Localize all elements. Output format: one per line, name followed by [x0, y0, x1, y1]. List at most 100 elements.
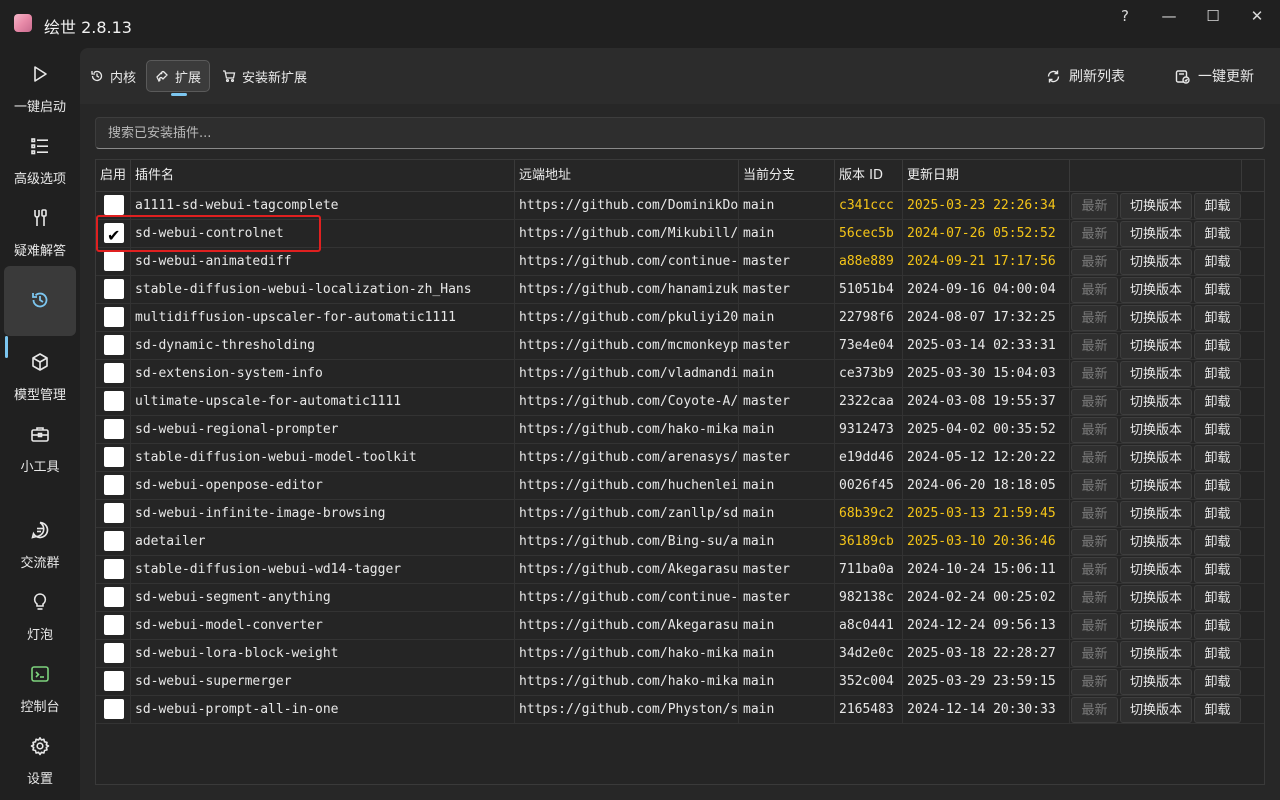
uninstall-button[interactable]: 卸载 [1194, 333, 1241, 359]
switch-version-button[interactable]: 切换版本 [1120, 557, 1192, 583]
sidebar-item-settings[interactable]: 设置 [4, 728, 76, 798]
uninstall-button[interactable]: 卸载 [1194, 585, 1241, 611]
latest-button[interactable]: 最新 [1071, 473, 1118, 499]
switch-version-button[interactable]: 切换版本 [1120, 501, 1192, 527]
uninstall-button[interactable]: 卸载 [1194, 529, 1241, 555]
latest-button[interactable]: 最新 [1071, 361, 1118, 387]
sidebar-item-version[interactable] [4, 266, 76, 336]
uninstall-button[interactable]: 卸载 [1194, 249, 1241, 275]
switch-version-button[interactable]: 切换版本 [1120, 305, 1192, 331]
switch-version-button[interactable]: 切换版本 [1120, 529, 1192, 555]
help-button[interactable]: ? [1103, 4, 1147, 28]
tab-install-extension[interactable]: 安装新扩展 [214, 60, 315, 92]
latest-button[interactable]: 最新 [1071, 221, 1118, 247]
search-input[interactable] [95, 117, 1265, 149]
enable-checkbox[interactable] [104, 195, 124, 215]
latest-button[interactable]: 最新 [1071, 697, 1118, 723]
switch-version-button[interactable]: 切换版本 [1120, 417, 1192, 443]
header-branch: 当前分支 [739, 160, 835, 192]
enable-checkbox[interactable] [104, 391, 124, 411]
uninstall-button[interactable]: 卸载 [1194, 613, 1241, 639]
latest-button[interactable]: 最新 [1071, 529, 1118, 555]
latest-button[interactable]: 最新 [1071, 613, 1118, 639]
tab-extensions[interactable]: 扩展 [146, 60, 211, 96]
enable-checkbox[interactable] [104, 307, 124, 327]
sidebar-item-console[interactable]: 控制台 [4, 656, 76, 726]
enable-checkbox[interactable] [104, 447, 124, 467]
sidebar-item-troubleshoot[interactable]: 疑难解答 [4, 200, 76, 270]
latest-button[interactable]: 最新 [1071, 585, 1118, 611]
switch-version-button[interactable]: 切换版本 [1120, 473, 1192, 499]
uninstall-button[interactable]: 卸载 [1194, 221, 1241, 247]
uninstall-button[interactable]: 卸载 [1194, 389, 1241, 415]
uninstall-button[interactable]: 卸载 [1194, 697, 1241, 723]
refresh-list-button[interactable]: 刷新列表 [1046, 60, 1125, 92]
latest-button[interactable]: 最新 [1071, 501, 1118, 527]
enable-checkbox[interactable] [104, 531, 124, 551]
latest-button[interactable]: 最新 [1071, 417, 1118, 443]
enable-checkbox[interactable] [104, 671, 124, 691]
uninstall-button[interactable]: 卸载 [1194, 557, 1241, 583]
switch-version-button[interactable]: 切换版本 [1120, 193, 1192, 219]
uninstall-button[interactable]: 卸载 [1194, 473, 1241, 499]
switch-version-button[interactable]: 切换版本 [1120, 585, 1192, 611]
enable-checkbox[interactable] [104, 335, 124, 355]
enabled-cell [96, 556, 131, 584]
switch-version-button[interactable]: 切换版本 [1120, 669, 1192, 695]
update-all-button[interactable]: 一键更新 [1175, 60, 1254, 92]
latest-button[interactable]: 最新 [1071, 249, 1118, 275]
enable-checkbox[interactable] [104, 615, 124, 635]
switch-version-button[interactable]: 切换版本 [1120, 445, 1192, 471]
latest-button[interactable]: 最新 [1071, 333, 1118, 359]
uninstall-button[interactable]: 卸载 [1194, 277, 1241, 303]
enable-checkbox[interactable] [104, 419, 124, 439]
minimize-button[interactable]: — [1147, 4, 1191, 28]
enable-checkbox[interactable] [104, 503, 124, 523]
sidebar-item-tools[interactable]: 小工具 [4, 416, 76, 486]
enable-checkbox[interactable] [104, 699, 124, 719]
switch-version-button[interactable]: 切换版本 [1120, 697, 1192, 723]
enable-checkbox[interactable] [104, 643, 124, 663]
switch-version-button[interactable]: 切换版本 [1120, 641, 1192, 667]
switch-version-button[interactable]: 切换版本 [1120, 333, 1192, 359]
version-id: a8c0441 [835, 612, 903, 640]
close-button[interactable]: ✕ [1235, 4, 1279, 28]
enable-checkbox[interactable] [104, 251, 124, 271]
enable-checkbox[interactable] [104, 475, 124, 495]
uninstall-button[interactable]: 卸载 [1194, 305, 1241, 331]
uninstall-button[interactable]: 卸载 [1194, 641, 1241, 667]
enable-checkbox[interactable] [104, 587, 124, 607]
latest-button[interactable]: 最新 [1071, 445, 1118, 471]
latest-button[interactable]: 最新 [1071, 557, 1118, 583]
latest-button[interactable]: 最新 [1071, 193, 1118, 219]
sidebar-item-launch[interactable]: 一键启动 [4, 56, 76, 126]
enable-checkbox[interactable] [104, 279, 124, 299]
sidebar-item-advanced[interactable]: 高级选项 [4, 128, 76, 198]
switch-version-button[interactable]: 切换版本 [1120, 249, 1192, 275]
switch-version-button[interactable]: 切换版本 [1120, 361, 1192, 387]
switch-version-button[interactable]: 切换版本 [1120, 389, 1192, 415]
switch-version-button[interactable]: 切换版本 [1120, 613, 1192, 639]
uninstall-button[interactable]: 卸载 [1194, 669, 1241, 695]
uninstall-button[interactable]: 卸载 [1194, 445, 1241, 471]
latest-button[interactable]: 最新 [1071, 669, 1118, 695]
latest-button[interactable]: 最新 [1071, 305, 1118, 331]
uninstall-button[interactable]: 卸载 [1194, 193, 1241, 219]
enable-checkbox[interactable] [104, 363, 124, 383]
sidebar-item-community[interactable]: 交流群 [4, 512, 76, 582]
tab-core[interactable]: 内核 [82, 60, 144, 92]
latest-button[interactable]: 最新 [1071, 389, 1118, 415]
enable-checkbox[interactable] [104, 559, 124, 579]
play-icon [34, 66, 47, 82]
sidebar-item-models[interactable]: 模型管理 [4, 344, 76, 414]
switch-version-button[interactable]: 切换版本 [1120, 277, 1192, 303]
maximize-button[interactable]: ☐ [1191, 4, 1235, 28]
latest-button[interactable]: 最新 [1071, 277, 1118, 303]
uninstall-button[interactable]: 卸载 [1194, 361, 1241, 387]
switch-version-button[interactable]: 切换版本 [1120, 221, 1192, 247]
remote-url: https://github.com/vladmandic/sd-extensi… [515, 360, 739, 388]
uninstall-button[interactable]: 卸载 [1194, 417, 1241, 443]
uninstall-button[interactable]: 卸载 [1194, 501, 1241, 527]
latest-button[interactable]: 最新 [1071, 641, 1118, 667]
sidebar-item-bulb[interactable]: 灯泡 [4, 584, 76, 654]
